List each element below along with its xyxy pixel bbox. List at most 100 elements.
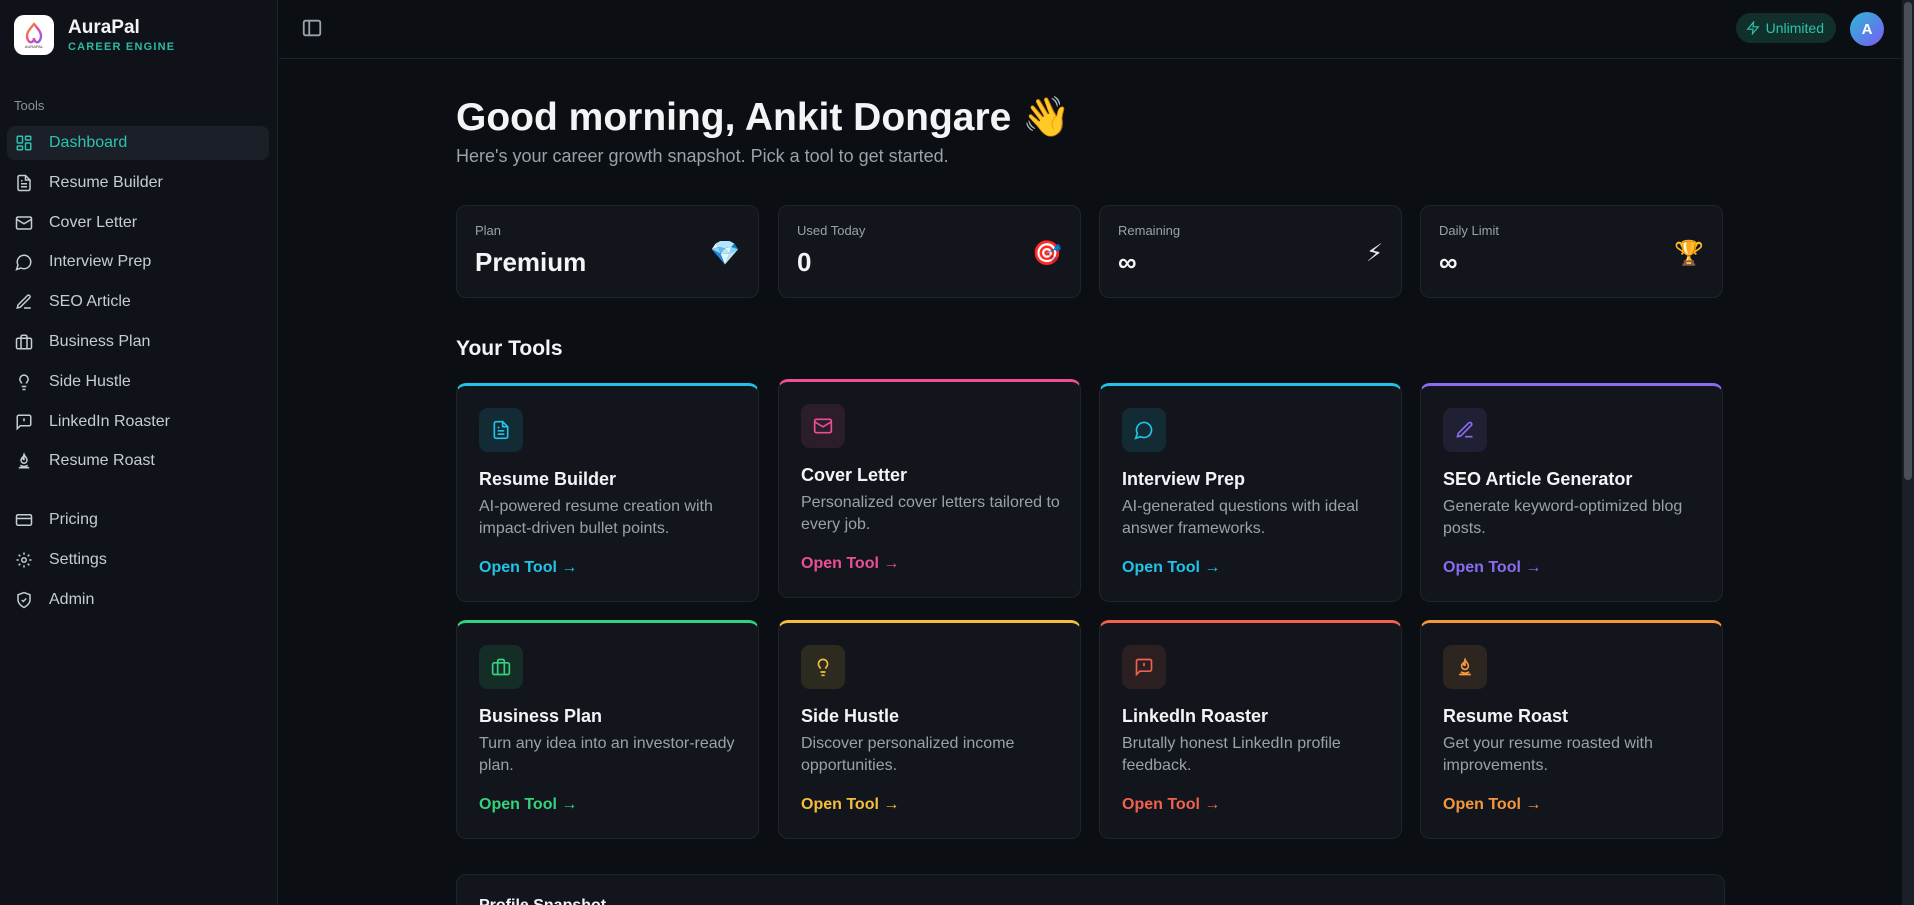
tool-card-cover-letter[interactable]: Cover Letter Personalized cover letters … bbox=[778, 379, 1081, 598]
card-icon-box bbox=[1122, 408, 1166, 452]
sidebar-item-label: Admin bbox=[49, 590, 95, 608]
card-icon-box bbox=[1122, 645, 1166, 689]
stat-label: Used Today bbox=[797, 223, 866, 238]
tool-card-seo-article[interactable]: SEO Article Generator Generate keyword-o… bbox=[1420, 383, 1723, 602]
open-tool-link[interactable]: Open Tool → bbox=[1122, 796, 1220, 814]
plan-badge-label: Unlimited bbox=[1765, 20, 1824, 36]
sidebar-item-pricing[interactable]: Pricing bbox=[7, 503, 269, 537]
logo-wordmark: AURAPAL bbox=[25, 44, 44, 49]
plan-badge[interactable]: Unlimited bbox=[1735, 13, 1836, 43]
card-title: Side Hustle bbox=[801, 706, 900, 726]
sidebar-item-label: Settings bbox=[49, 550, 107, 568]
sidebar-item-label: Resume Roast bbox=[49, 452, 155, 470]
sidebar-item-settings[interactable]: Settings bbox=[7, 543, 269, 577]
tool-card-side-hustle[interactable]: Side Hustle Discover personalized income… bbox=[778, 620, 1081, 839]
sidebar: AURAPAL AuraPal CAREER ENGINE Tools Dash… bbox=[0, 0, 278, 905]
lightbulb-icon bbox=[19, 374, 29, 391]
gear-icon bbox=[16, 552, 32, 568]
stat-label: Remaining bbox=[1118, 223, 1181, 238]
scrollbar-thumb[interactable] bbox=[1904, 2, 1912, 480]
scrollbar[interactable] bbox=[1902, 0, 1914, 905]
file-text-icon bbox=[493, 420, 509, 440]
sidebar-item-resume-builder[interactable]: Resume Builder bbox=[7, 166, 269, 200]
open-tool-link[interactable]: Open Tool → bbox=[1443, 796, 1541, 814]
card-title: Business Plan bbox=[479, 706, 603, 726]
sidebar-toggle-icon[interactable] bbox=[301, 17, 323, 39]
open-tool-link[interactable]: Open Tool → bbox=[1122, 559, 1220, 577]
profile-snapshot-title: Profile Snapshot bbox=[479, 897, 606, 905]
stat-card-plan: Plan Premium 💎 bbox=[456, 205, 759, 298]
stat-label: Plan bbox=[475, 223, 502, 238]
card-description: AI-generated questions with ideal answer… bbox=[1122, 498, 1359, 537]
sidebar-item-dashboard[interactable]: Dashboard bbox=[7, 126, 269, 160]
brand[interactable]: AURAPAL AuraPal CAREER ENGINE bbox=[14, 15, 175, 55]
sidebar-item-admin[interactable]: Admin bbox=[7, 583, 269, 617]
tool-card-interview-prep[interactable]: Interview Prep AI-generated questions wi… bbox=[1099, 383, 1402, 602]
mail-icon bbox=[813, 418, 833, 434]
card-description: Brutally honest LinkedIn profile feedbac… bbox=[1122, 735, 1341, 774]
briefcase-icon bbox=[491, 658, 511, 676]
card-description: Turn any idea into an investor-ready pla… bbox=[479, 735, 735, 774]
target-icon: 🎯 bbox=[1032, 240, 1062, 267]
card-title: Resume Builder bbox=[479, 469, 617, 489]
nav-section-label: Tools bbox=[14, 98, 45, 113]
sidebar-item-interview-prep[interactable]: Interview Prep bbox=[7, 245, 269, 279]
page-title: Good morning, Ankit Dongare 👋 bbox=[456, 94, 1071, 140]
avatar[interactable]: A bbox=[1850, 12, 1884, 46]
sidebar-item-label: SEO Article bbox=[49, 293, 131, 311]
wave-emoji: 👋 bbox=[1022, 96, 1071, 139]
card-description: AI-powered resume creation with impact-d… bbox=[479, 498, 713, 537]
card-title: Cover Letter bbox=[801, 465, 908, 485]
sidebar-item-resume-roast[interactable]: Resume Roast bbox=[7, 444, 269, 478]
card-icon-box bbox=[801, 404, 845, 448]
message-circle-icon bbox=[1134, 421, 1153, 440]
file-text-icon bbox=[17, 174, 31, 192]
topbar: Unlimited A bbox=[279, 0, 1914, 59]
tool-card-business-plan[interactable]: Business Plan Turn any idea into an inve… bbox=[456, 620, 759, 839]
sidebar-item-seo-article[interactable]: SEO Article bbox=[7, 285, 269, 319]
sidebar-item-label: Resume Builder bbox=[49, 173, 163, 191]
stat-value: Premium bbox=[475, 247, 587, 277]
profile-snapshot-card: Profile Snapshot bbox=[456, 874, 1725, 905]
card-description: Personalized cover letters tailored to e… bbox=[801, 494, 1060, 533]
card-description: Get your resume roasted with improvement… bbox=[1443, 735, 1653, 774]
message-alert-icon bbox=[16, 414, 32, 431]
sidebar-item-side-hustle[interactable]: Side Hustle bbox=[7, 365, 269, 399]
message-circle-icon bbox=[15, 254, 32, 272]
tool-card-resume-builder[interactable]: Resume Builder AI-powered resume creatio… bbox=[456, 383, 759, 602]
tool-card-resume-roast[interactable]: Resume Roast Get your resume roasted wit… bbox=[1420, 620, 1723, 839]
card-title: Interview Prep bbox=[1122, 469, 1246, 489]
sidebar-item-label: Pricing bbox=[49, 511, 98, 528]
sidebar-item-business-plan[interactable]: Business Plan bbox=[7, 325, 269, 359]
sidebar-item-label: Side Hustle bbox=[49, 372, 131, 390]
lightbulb-icon bbox=[817, 658, 829, 677]
mail-icon bbox=[15, 215, 33, 230]
stat-value: ∞ bbox=[1439, 247, 1458, 277]
stat-value: ∞ bbox=[1118, 247, 1137, 277]
open-tool-link[interactable]: Open Tool → bbox=[801, 796, 899, 814]
trophy-icon: 🏆 bbox=[1674, 240, 1704, 267]
card-icon-box bbox=[1443, 645, 1487, 689]
briefcase-icon bbox=[15, 334, 33, 350]
sidebar-item-label: Interview Prep bbox=[49, 253, 152, 271]
credit-card-icon bbox=[15, 514, 33, 526]
pen-icon bbox=[1456, 421, 1473, 438]
tool-card-linkedin-roaster[interactable]: LinkedIn Roaster Brutally honest LinkedI… bbox=[1099, 620, 1402, 839]
sidebar-item-cover-letter[interactable]: Cover Letter bbox=[7, 206, 269, 240]
greeting-text: Good morning, Ankit Dongare bbox=[456, 96, 1012, 139]
flame-icon bbox=[1459, 657, 1471, 676]
card-title: LinkedIn Roaster bbox=[1122, 706, 1269, 726]
section-title-tools: Your Tools bbox=[456, 337, 563, 360]
diamond-icon: 💎 bbox=[710, 240, 740, 267]
open-tool-link[interactable]: Open Tool → bbox=[1443, 559, 1541, 577]
flame-icon bbox=[18, 452, 30, 469]
card-title: Resume Roast bbox=[1443, 706, 1569, 726]
page-subtitle: Here's your career growth snapshot. Pick… bbox=[456, 146, 949, 166]
open-tool-link[interactable]: Open Tool → bbox=[479, 559, 577, 577]
message-alert-icon bbox=[1135, 658, 1153, 677]
card-icon-box bbox=[479, 645, 523, 689]
sidebar-item-label: LinkedIn Roaster bbox=[49, 412, 170, 430]
open-tool-link[interactable]: Open Tool → bbox=[801, 555, 899, 573]
sidebar-item-linkedin-roaster[interactable]: LinkedIn Roaster bbox=[7, 405, 269, 439]
open-tool-link[interactable]: Open Tool → bbox=[479, 796, 577, 814]
